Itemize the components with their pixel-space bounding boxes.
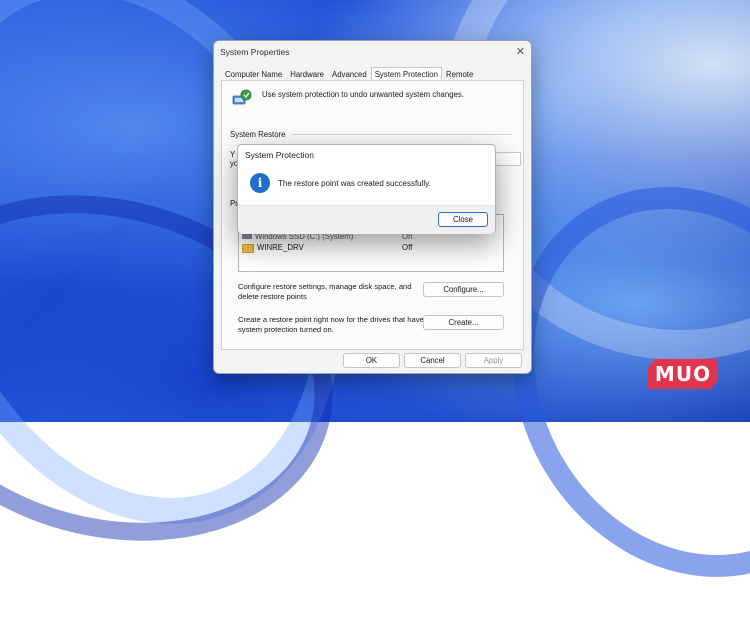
section-divider [292,134,512,135]
system-restore-heading: System Restore [230,130,286,139]
tab-hardware[interactable]: Hardware [286,67,328,80]
info-icon: i [250,173,270,193]
ok-button[interactable]: OK [343,353,400,368]
window-title: System Properties [220,47,290,57]
system-protection-modal: System Protection i The restore point wa… [237,144,496,234]
tab-advanced[interactable]: Advanced [328,67,371,80]
drive-icon [242,234,252,239]
tab-remote[interactable]: Remote [442,67,477,80]
system-protection-icon [232,89,252,105]
drive-status: Off [402,243,413,252]
drive-name: WINRE_DRV [257,243,304,252]
tab-system-protection[interactable]: System Protection [370,67,442,80]
close-icon[interactable]: ✕ [516,45,525,58]
cancel-button[interactable]: Cancel [404,353,461,368]
intro-text: Use system protection to undo unwanted s… [262,90,464,99]
folder-icon [242,244,254,253]
tab-strip: Computer Name Hardware Advanced System P… [221,67,477,80]
list-item[interactable]: WINRE_DRV Off [242,243,500,253]
configure-button[interactable]: Configure... [423,282,504,297]
title-bar[interactable]: System Properties ✕ [214,41,531,65]
configure-description: Configure restore settings, manage disk … [238,282,412,301]
muo-logo: MUO [648,359,718,389]
tab-computer-name[interactable]: Computer Name [221,67,286,80]
apply-button[interactable]: Apply [465,353,522,368]
close-button[interactable]: Close [438,212,488,227]
modal-title: System Protection [245,150,314,160]
modal-footer: Close [238,205,495,234]
create-button[interactable]: Create... [423,315,504,330]
system-restore-description: Y [230,150,236,159]
modal-message: The restore point was created successful… [278,179,431,188]
modal-body: i The restore point was created successf… [238,163,495,205]
create-description: Create a restore point right now for the… [238,315,424,334]
